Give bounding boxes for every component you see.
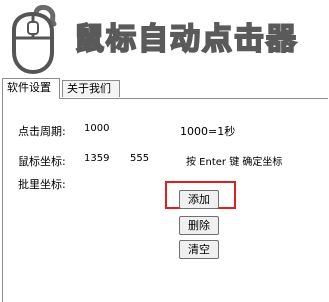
coord-y-input[interactable] (128, 149, 176, 167)
click-period-input[interactable] (82, 119, 174, 137)
click-period-label: 点击周期: (18, 125, 66, 138)
add-button[interactable]: 添加 (179, 190, 219, 209)
tab-software-settings[interactable]: 软件设置 (2, 78, 60, 99)
delete-button[interactable]: 删除 (179, 216, 219, 235)
header-banner: 鼠标自动点击器 (0, 0, 329, 78)
click-period-hint: 1000=1秒 (180, 125, 236, 138)
mouse-coord-label: 鼠标坐标: (18, 155, 66, 168)
coord-x-input[interactable] (82, 149, 122, 167)
app-title: 鼠标自动点击器 (73, 21, 298, 58)
batch-coord-list[interactable] (18, 190, 168, 298)
coord-hint: 按 Enter 键 确定坐标 (186, 157, 283, 168)
clear-button[interactable]: 清空 (179, 240, 219, 259)
mouse-logo-icon (12, 4, 57, 74)
app-window: 鼠标自动点击器 软件设置 关于我们 点击周期: 1000=1秒 鼠标坐标: 按 … (0, 0, 329, 302)
tab-about-us[interactable]: 关于我们 (62, 80, 120, 97)
